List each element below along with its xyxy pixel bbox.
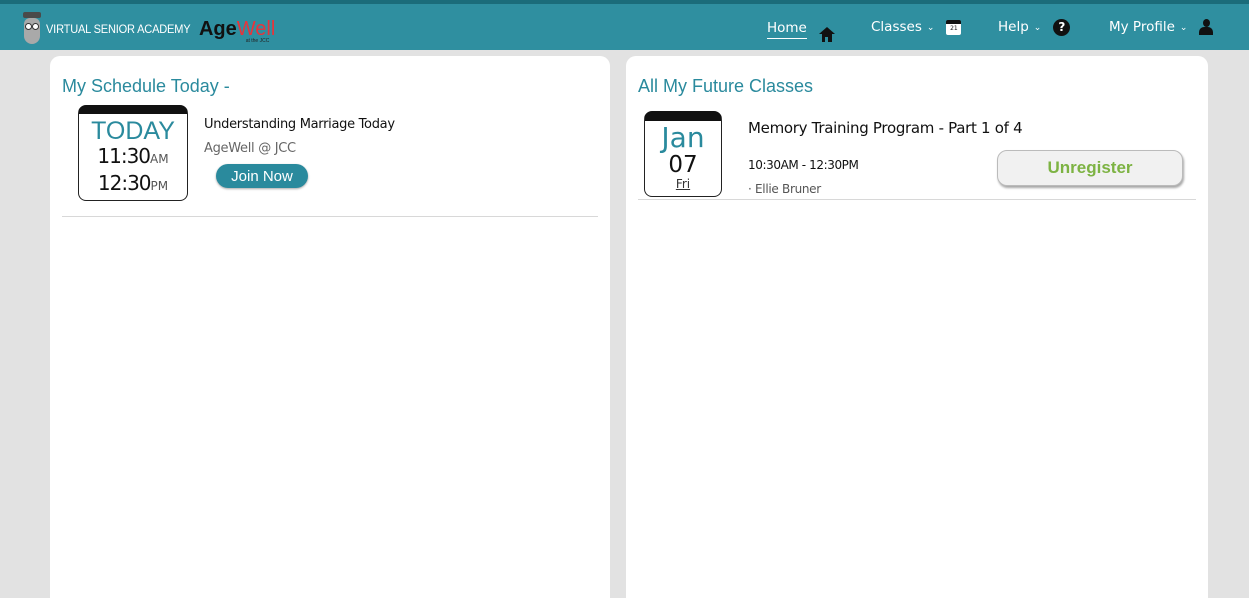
today-class-title[interactable]: Understanding Marriage Today (204, 117, 395, 132)
join-now-button[interactable]: Join Now (216, 164, 308, 188)
divider (638, 199, 1196, 200)
future-class-instructor: · Ellie Bruner (748, 182, 821, 196)
nav-profile-label: My Profile (1109, 19, 1175, 35)
today-class-location: AgeWell @ JCC (204, 141, 296, 156)
divider (62, 216, 598, 217)
nav-home-label: Home (767, 20, 807, 39)
schedule-today-panel: My Schedule Today - TODAY 11:30AM 12:30P… (50, 56, 610, 598)
chevron-down-icon: ⌄ (1179, 23, 1188, 33)
date-month: Jan (661, 121, 705, 154)
nav-help[interactable]: Help ⌄ ? (998, 4, 1071, 50)
nav-classes-label: Classes (871, 19, 922, 35)
user-icon (1199, 19, 1214, 35)
chevron-down-icon: ⌄ (1033, 23, 1042, 33)
date-weekday: Fri (675, 177, 691, 191)
future-class-title[interactable]: Memory Training Program - Part 1 of 4 (748, 119, 1023, 137)
nav-classes[interactable]: Classes ⌄ 21 (871, 4, 962, 50)
class-date-card: Jan 07 Fri (644, 111, 722, 197)
future-class-time: 10:30AM - 12:30PM (748, 158, 859, 172)
today-label: TODAY (91, 117, 175, 145)
end-time: 12:30PM (97, 171, 169, 195)
agewell-logo: AgeWell at the JCC (198, 18, 276, 44)
future-classes-panel: All My Future Classes Jan 07 Fri Memory … (626, 56, 1208, 598)
nav-help-label: Help (998, 19, 1029, 35)
nav-my-profile[interactable]: My Profile ⌄ (1109, 4, 1214, 50)
brand[interactable]: VIRTUAL SENIOR ACADEMY AgeWell at the JC… (22, 10, 275, 48)
unregister-button[interactable]: Unregister (997, 150, 1183, 186)
schedule-today-title: My Schedule Today - (62, 76, 230, 96)
calendar-icon: 21 (946, 19, 962, 35)
chevron-down-icon: ⌄ (926, 23, 935, 33)
date-day: 07 (668, 152, 698, 178)
future-classes-title: All My Future Classes (638, 76, 814, 96)
top-navbar: VIRTUAL SENIOR ACADEMY AgeWell at the JC… (0, 0, 1249, 50)
start-time: 11:30AM (97, 144, 169, 168)
help-icon: ? (1053, 18, 1071, 36)
owl-logo-icon (22, 12, 42, 46)
today-time-card: TODAY 11:30AM 12:30PM (78, 105, 188, 201)
brand-text: VIRTUAL SENIOR ACADEMY (46, 22, 191, 36)
nav-home[interactable]: Home (767, 4, 835, 50)
